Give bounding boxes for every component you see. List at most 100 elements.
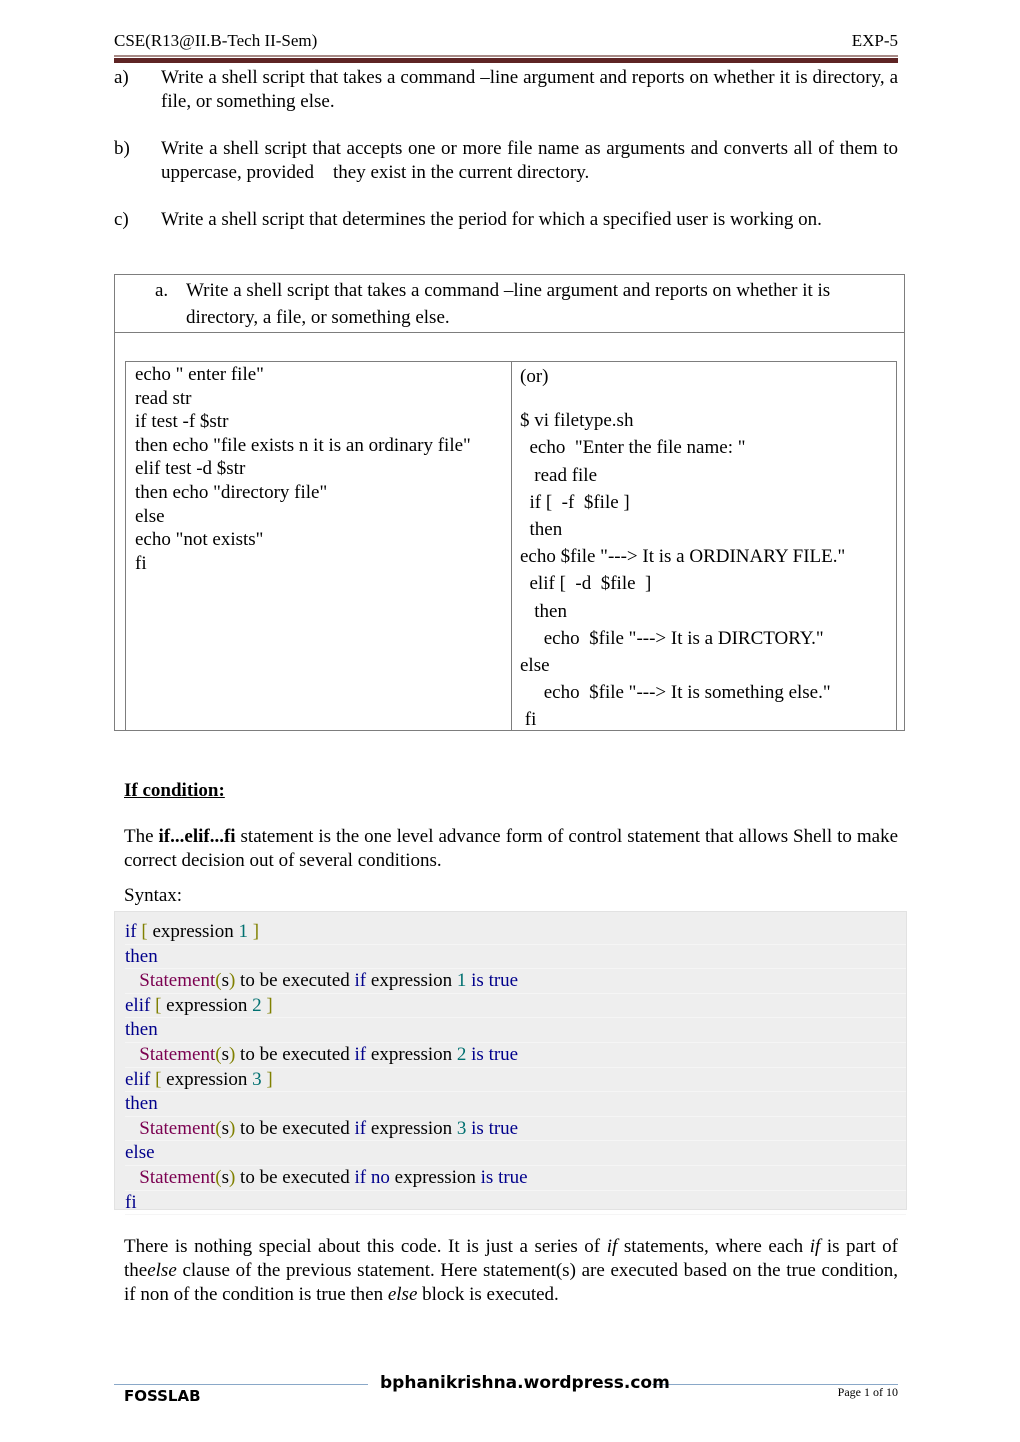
syntax-token: 2 (456, 1043, 467, 1065)
solution-marker: a. (155, 280, 169, 301)
code-line: echo $file "---> It is a DIRCTORY." (520, 627, 824, 649)
task-text: Write a shell script that determines the… (161, 209, 822, 230)
syntax-token: s (221, 1166, 229, 1188)
solution-table-header: a. Write a shell script that takes a com… (115, 275, 904, 333)
syntax-token: expression (366, 1043, 457, 1065)
syntax-token: then (125, 1093, 158, 1115)
code-line: echo $file "---> It is something else." (520, 682, 831, 704)
code-line: echo $file "---> It is a ORDINARY FILE." (520, 546, 846, 568)
syntax-token: Statement (125, 1043, 216, 1065)
experiment-label: EXP-5 (851, 31, 898, 50)
intro-prefix: The (124, 826, 159, 847)
intro-paragraph: The if...elif...fi statement is the one … (124, 825, 898, 873)
syntax-token: 3 (456, 1117, 467, 1139)
code-line: if test -f $str (135, 411, 229, 433)
code-line: read str (135, 387, 192, 409)
syntax-token: s (221, 1117, 229, 1139)
syntax-token: expression (147, 921, 239, 942)
code-line: read file (520, 464, 598, 486)
intro-keyword: if...elif...fi (158, 826, 236, 847)
closing-text: statements, where each (617, 1236, 810, 1257)
code-cell-test-version: echo " enter file" read str if test -f $st… (126, 362, 512, 730)
task-item: a) Write a shell script that takes a com… (114, 66, 898, 114)
task-text: Write a shell script that takes a comman… (161, 67, 898, 112)
task-item: b) Write a shell script that accepts one… (114, 137, 898, 185)
syntax-token: ] (266, 994, 273, 1016)
footer-site-link[interactable]: bphanikrishna.wordpress.com (380, 1373, 670, 1393)
solution-table: a. Write a shell script that takes a com… (114, 274, 905, 731)
syntax-token: elif (125, 994, 151, 1016)
syntax-token: is true (471, 970, 519, 992)
syntax-token: expression (161, 1068, 253, 1090)
syntax-token: Statement (125, 1166, 216, 1188)
syntax-token: 2 (252, 994, 262, 1016)
syntax-token: else (125, 1142, 155, 1164)
code-line: else (135, 505, 165, 527)
code-line: $ vi filetype.sh (520, 410, 634, 432)
syntax-token: s (221, 970, 229, 992)
syntax-line: then (125, 1018, 906, 1043)
syntax-token: fi (125, 1191, 137, 1213)
closing-text: block is executed. (417, 1284, 559, 1305)
code-line: then echo "directory file" (135, 481, 328, 503)
footer-lab-name: FOSSLAB (124, 1387, 201, 1405)
code-line: echo "Enter the file name: " (520, 437, 746, 459)
syntax-token: if no (354, 1166, 390, 1188)
task-item: c) Write a shell script that determines … (114, 208, 898, 232)
page-number: Page 1 of 10 (837, 1385, 898, 1399)
syntax-token: 1 (238, 921, 248, 942)
closing-emphasis: else (147, 1260, 177, 1281)
code-line: elif test -d $str (135, 458, 246, 480)
code-cell-bracket-version: (or) $ vi filetype.sh echo "Enter the fi… (512, 362, 896, 730)
intro-suffix: statement is the one level advance form … (124, 826, 899, 871)
syntax-token: if (354, 970, 367, 992)
syntax-token: then (125, 945, 158, 967)
syntax-label: Syntax: (124, 885, 183, 906)
syntax-line: fi (125, 1191, 906, 1216)
syntax-token: if (354, 1043, 367, 1065)
syntax-token: Statement (125, 1117, 216, 1139)
alternative-label: (or) (520, 366, 549, 387)
syntax-line: Statement(s) to be executed if expressio… (125, 969, 906, 994)
code-line: fi (135, 552, 147, 574)
solution-question: Write a shell script that takes a comman… (186, 280, 831, 328)
task-marker: b) (114, 138, 130, 159)
syntax-line: then (125, 945, 906, 970)
syntax-token: elif (125, 1068, 151, 1090)
syntax-token: expression (366, 1117, 457, 1139)
code-comparison-table: echo " enter file" read str if test -f $st… (125, 361, 897, 731)
syntax-line: elif [ expression 2 ] (125, 994, 906, 1019)
code-line: then (520, 519, 563, 541)
syntax-token: is true (480, 1166, 528, 1188)
syntax-token: if (125, 921, 137, 942)
syntax-token: to be executed (235, 970, 355, 992)
code-line: echo "not exists" (135, 529, 264, 551)
task-list: a) Write a shell script that takes a com… (114, 66, 898, 255)
closing-emphasis: else (387, 1284, 418, 1305)
syntax-line: Statement(s) to be executed if expressio… (125, 1043, 906, 1068)
closing-paragraph: There is nothing special about this code… (124, 1235, 898, 1307)
syntax-token: ] (266, 1068, 273, 1090)
syntax-token: to be executed (235, 1043, 355, 1065)
syntax-line: elif [ expression 3 ] (125, 1068, 906, 1093)
code-line: elif [ -d $file ] (520, 573, 652, 595)
footer-rule-left (114, 1384, 368, 1385)
syntax-token: is true (471, 1117, 519, 1139)
section-heading: If condition: (124, 780, 225, 801)
syntax-token: ] (252, 921, 260, 942)
header-rule-thin (114, 55, 898, 57)
syntax-token: is true (471, 1043, 519, 1065)
code-line: fi (520, 709, 537, 731)
header-rule-thick (114, 58, 898, 63)
closing-text: There is nothing special about this code… (124, 1236, 607, 1257)
code-line: then (520, 600, 567, 622)
task-marker: c) (114, 209, 129, 230)
course-label: CSE(R13@II.B-Tech II-Sem) (114, 31, 318, 50)
code-line: if [ -f $file ] (520, 491, 630, 513)
syntax-line: Statement(s) to be executed if expressio… (125, 1117, 906, 1142)
syntax-token: to be executed (235, 1117, 355, 1139)
code-line: else (520, 655, 550, 677)
syntax-token: expression (161, 994, 253, 1016)
task-marker: a) (114, 67, 129, 88)
